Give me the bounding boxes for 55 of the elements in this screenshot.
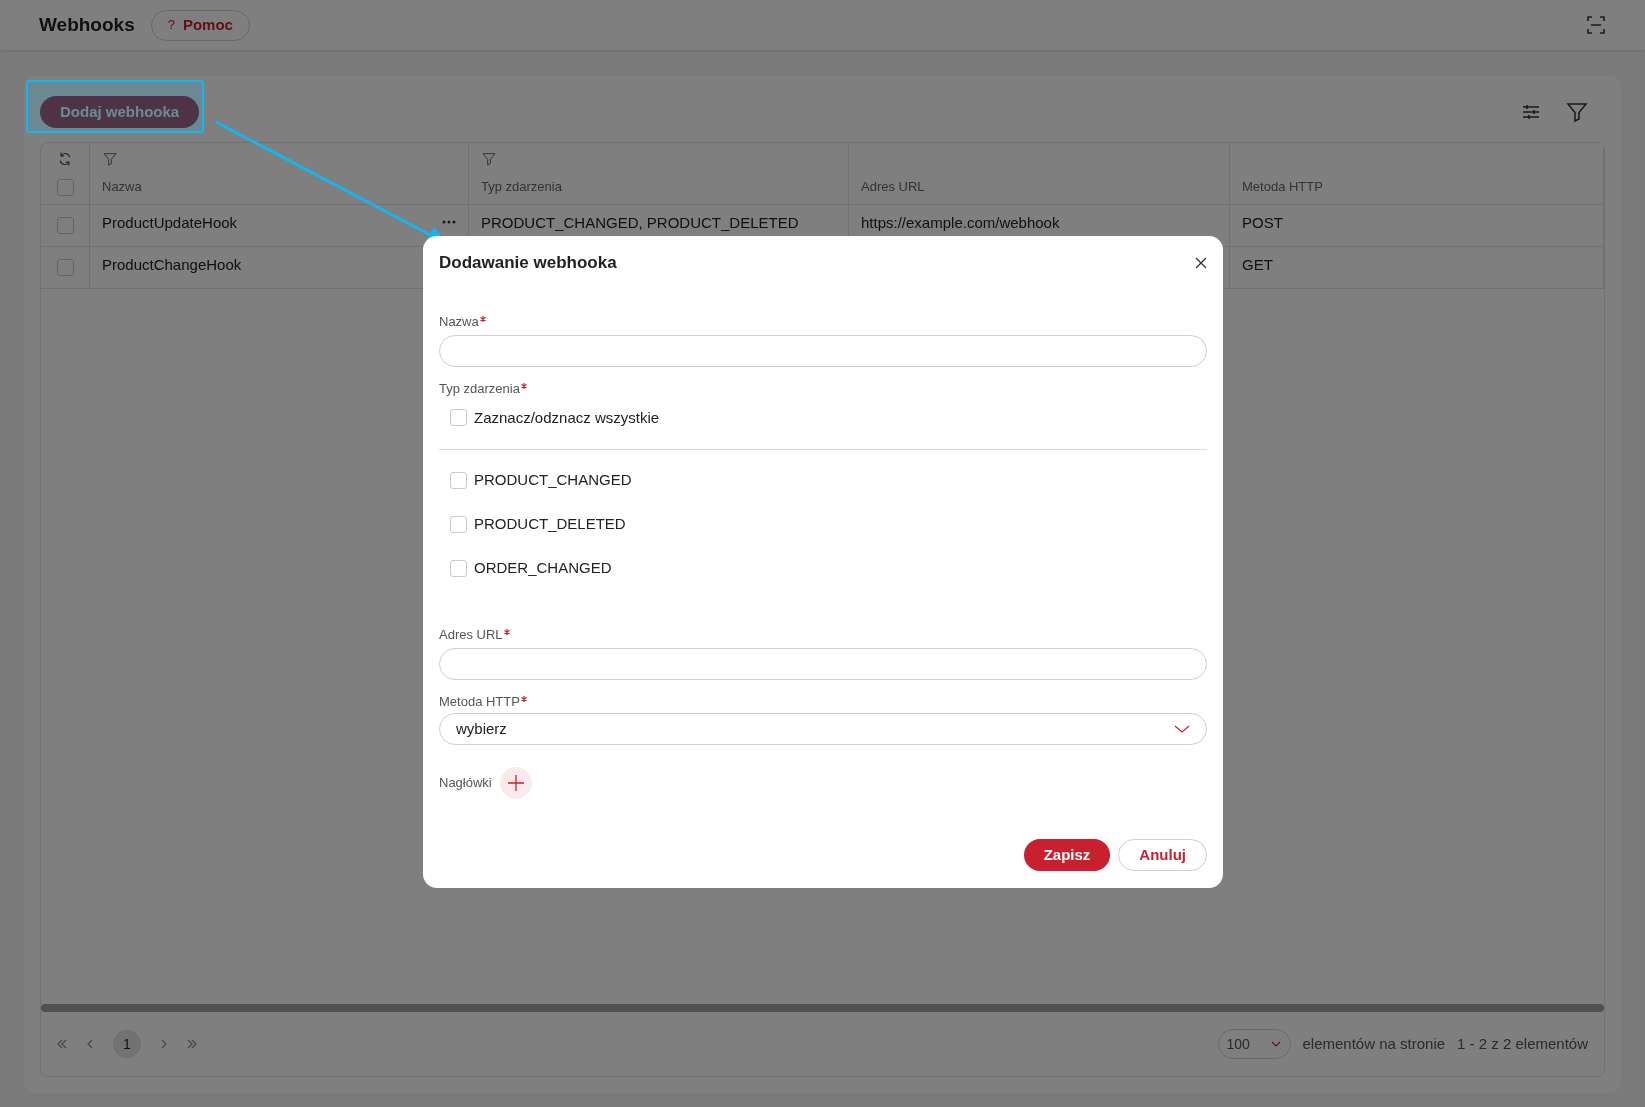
column-label: Nazwa (102, 177, 143, 196)
filter-icon[interactable] (481, 151, 497, 167)
first-page-icon[interactable] (57, 1039, 67, 1049)
page-button[interactable]: 1 (113, 1030, 141, 1058)
table-cell: ProductUpdateHook (102, 214, 238, 232)
scrollbar[interactable] (41, 1004, 1604, 1012)
headers-label: Nagłówki (439, 774, 492, 793)
dialog-title: Dodawanie webhooka (439, 252, 617, 274)
filter-icon[interactable] (1565, 100, 1589, 124)
save-button[interactable]: Zapisz (1023, 839, 1111, 871)
table-cell: POST (1242, 214, 1283, 232)
column-label: Typ zdarzenia (481, 177, 563, 196)
name-input[interactable] (439, 334, 1207, 367)
select-all-checkbox[interactable] (450, 409, 467, 427)
field-label: Nazwa (439, 313, 479, 330)
event-checkbox[interactable] (450, 559, 467, 577)
table-cell: PRODUCT_CHANGED, PRODUCT_DELETED (481, 214, 799, 232)
page-size-label: elementów na stronie (1302, 1033, 1446, 1054)
sliders-icon[interactable] (1521, 102, 1541, 122)
refresh-icon[interactable] (57, 151, 73, 167)
column-header[interactable]: Typ zdarzenia (469, 143, 849, 204)
row-checkbox[interactable] (56, 217, 74, 234)
url-input[interactable] (439, 648, 1207, 680)
field-label: Metoda HTTP (439, 694, 520, 710)
field-label: Adres URL (439, 627, 503, 643)
field-label: Typ zdarzenia (439, 380, 520, 397)
event-checkbox[interactable] (450, 471, 467, 489)
fullscreen-icon[interactable] (1586, 15, 1606, 35)
column-header[interactable]: Metoda HTTP (1230, 143, 1604, 204)
filter-icon[interactable] (102, 151, 118, 167)
more-icon[interactable] (442, 220, 456, 224)
table-cell: https://example.com/webhook (861, 214, 1060, 232)
add-webhook-button[interactable]: Dodaj webhooka (40, 96, 200, 128)
checkbox-label: PRODUCT_CHANGED (474, 469, 632, 490)
event-checkbox[interactable] (450, 515, 467, 533)
checkbox-label: PRODUCT_DELETED (474, 513, 626, 534)
plus-icon (507, 775, 524, 791)
table-cell: ProductChangeHook (102, 256, 242, 274)
column-label: Metoda HTTP (1242, 177, 1324, 196)
column-label: Adres URL (861, 177, 926, 196)
row-checkbox[interactable] (56, 259, 74, 276)
pagination-summary: 1 - 2 z 2 elementów (1457, 1033, 1588, 1054)
previous-page-icon[interactable] (87, 1039, 93, 1049)
next-page-icon[interactable] (161, 1039, 167, 1049)
close-icon[interactable] (1195, 256, 1207, 269)
select-all-checkbox[interactable] (56, 179, 74, 196)
checkbox-label: Zaznacz/odznacz wszystkie (474, 407, 660, 428)
page-title: Webhooks (39, 12, 135, 37)
cancel-button[interactable]: Anuluj (1118, 839, 1207, 871)
column-header[interactable]: Nazwa (90, 143, 469, 204)
last-page-icon[interactable] (187, 1039, 197, 1049)
table-cell: GET (1242, 256, 1273, 274)
checkbox-label: ORDER_CHANGED (474, 557, 612, 578)
column-header[interactable]: Adres URL (849, 143, 1230, 204)
add-header-button[interactable] (499, 767, 532, 799)
